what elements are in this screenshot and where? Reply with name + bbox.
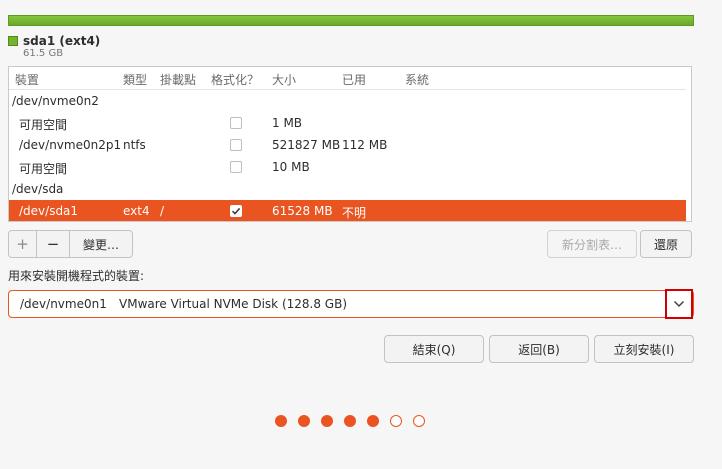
bootloader-device-description: VMware Virtual NVMe Disk (128.8 GB) bbox=[119, 297, 348, 311]
partition-edit-buttons: + − 變更… bbox=[8, 230, 133, 258]
partition-table[interactable]: 裝置 類型 掛載點 格式化？ 大小 已用 系統 /dev/nvme0n2 可用空… bbox=[8, 66, 692, 222]
progress-dot-done bbox=[321, 415, 333, 427]
row-size: 521827 MB bbox=[272, 138, 341, 152]
legend-swatch bbox=[8, 36, 18, 46]
table-row[interactable]: /dev/nvme0n2p1 ntfs 521827 MB 112 MB bbox=[9, 134, 687, 156]
bootloader-device-label: 用來安裝開機程式的裝置: bbox=[8, 269, 145, 283]
quit-button[interactable]: 結束(Q) bbox=[384, 335, 484, 363]
row-size: 10 MB bbox=[272, 160, 310, 174]
table-row-selected[interactable]: /dev/sda1 ext4 / 61528 MB 不明 bbox=[9, 200, 687, 221]
progress-dot-done bbox=[275, 415, 287, 427]
column-used[interactable]: 已用 bbox=[342, 71, 366, 88]
table-scrollbar[interactable] bbox=[686, 89, 691, 221]
progress-dot-pending bbox=[413, 415, 425, 427]
column-type[interactable]: 類型 bbox=[123, 71, 147, 88]
chevron-down-icon bbox=[673, 300, 685, 308]
row-used: 不明 bbox=[342, 206, 367, 220]
table-row[interactable]: 可用空間 10 MB bbox=[9, 156, 687, 178]
format-checkbox[interactable] bbox=[230, 161, 242, 173]
column-mount[interactable]: 掛載點 bbox=[160, 71, 196, 88]
change-partition-button[interactable]: 變更… bbox=[70, 231, 132, 257]
progress-dot-done bbox=[298, 415, 310, 427]
table-header: 裝置 類型 掛載點 格式化？ 大小 已用 系統 bbox=[9, 67, 691, 90]
progress-dot-current bbox=[367, 415, 379, 427]
row-type: ext4 bbox=[123, 204, 150, 218]
table-row[interactable]: /dev/sda bbox=[9, 178, 687, 200]
row-size: 1 MB bbox=[272, 116, 303, 130]
column-device[interactable]: 裝置 bbox=[15, 71, 39, 88]
dropdown-toggle-button[interactable] bbox=[665, 289, 693, 319]
row-mount: / bbox=[160, 204, 165, 218]
new-partition-table-button[interactable]: 新分割表… bbox=[547, 230, 637, 258]
row-size: 61528 MB bbox=[272, 204, 333, 218]
row-device: /dev/sda1 bbox=[19, 204, 79, 218]
format-checkbox[interactable] bbox=[230, 117, 242, 129]
table-row[interactable]: /dev/nvme0n2 bbox=[9, 90, 687, 112]
format-checkbox[interactable] bbox=[230, 139, 242, 151]
row-device: /dev/nvme0n2p1 bbox=[19, 138, 122, 152]
column-size[interactable]: 大小 bbox=[272, 71, 296, 88]
install-now-button[interactable]: 立刻安裝(I) bbox=[594, 335, 694, 363]
partition-bar bbox=[8, 15, 694, 26]
row-device: 可用空間 bbox=[19, 118, 68, 132]
progress-dot-done bbox=[344, 415, 356, 427]
bootloader-device-path: /dev/nvme0n1 bbox=[20, 297, 107, 311]
revert-button[interactable]: 還原 bbox=[640, 230, 692, 258]
add-partition-button[interactable]: + bbox=[9, 231, 36, 257]
column-system[interactable]: 系統 bbox=[405, 71, 429, 88]
checkmark-icon bbox=[231, 207, 241, 215]
legend-partition-name: sda1 (ext4) bbox=[23, 34, 101, 48]
bootloader-device-select[interactable]: /dev/nvme0n1 VMware Virtual NVMe Disk (1… bbox=[8, 289, 694, 319]
device-group-label: /dev/nvme0n2 bbox=[12, 94, 99, 108]
legend-partition-size: 61.5 GB bbox=[23, 48, 64, 59]
progress-dot-pending bbox=[390, 415, 402, 427]
row-type: ntfs bbox=[123, 138, 146, 152]
row-used: 112 MB bbox=[342, 138, 388, 152]
back-button[interactable]: 返回(B) bbox=[489, 335, 589, 363]
column-format[interactable]: 格式化？ bbox=[211, 71, 259, 88]
table-row[interactable]: 可用空間 1 MB bbox=[9, 112, 687, 134]
remove-partition-button[interactable]: − bbox=[37, 231, 69, 257]
row-device: 可用空間 bbox=[19, 162, 68, 176]
device-group-label: /dev/sda bbox=[12, 182, 64, 196]
format-checkbox-checked[interactable] bbox=[230, 205, 242, 217]
